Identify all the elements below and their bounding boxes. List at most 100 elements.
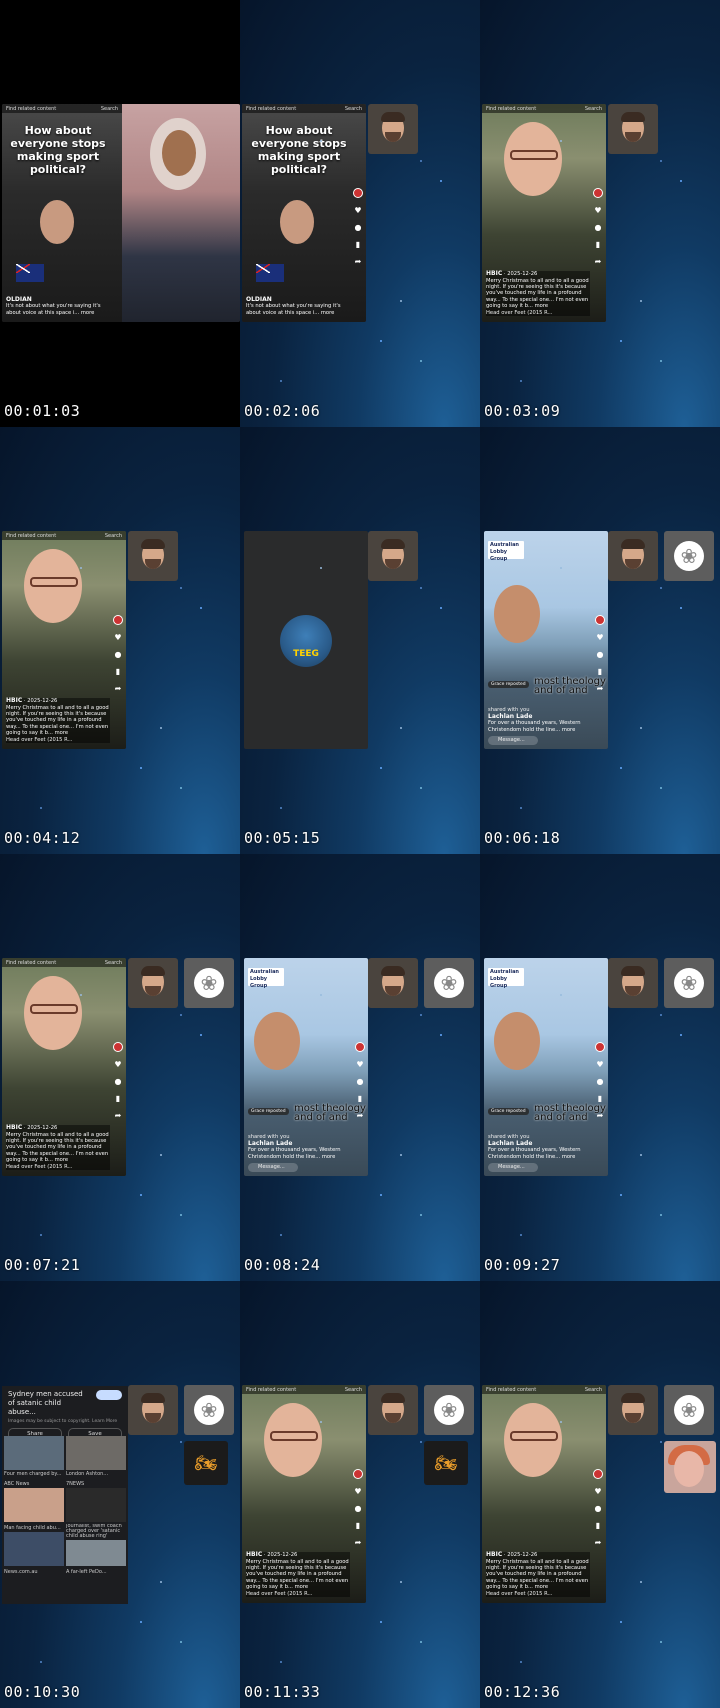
share-icon[interactable]: ➦ xyxy=(354,1539,362,1547)
woman-video[interactable]: Find related content Search ♥ ● ▮ ➦ HBIC… xyxy=(482,1385,606,1603)
person-tile-icon[interactable] xyxy=(608,958,658,1008)
person-tile-icon[interactable] xyxy=(608,531,658,581)
lake-video[interactable]: Australian Lobby Group Grace reposted mo… xyxy=(484,531,608,749)
person-tile-icon[interactable] xyxy=(128,1385,178,1435)
woman-video[interactable]: Find related content Search ♥ ● ▮ ➦ HBIC… xyxy=(2,531,126,749)
creator-avatar[interactable] xyxy=(113,1042,123,1052)
bookmark-icon[interactable]: ▮ xyxy=(114,1095,122,1103)
heart-icon[interactable]: ♥ xyxy=(356,1061,364,1069)
woman-tile-icon[interactable] xyxy=(664,1441,716,1493)
person-tile-icon[interactable] xyxy=(368,104,418,154)
bookmark-icon[interactable]: ▮ xyxy=(354,1522,362,1530)
comment-icon[interactable]: ● xyxy=(114,1078,122,1086)
bookmark-icon[interactable]: ▮ xyxy=(594,1522,602,1530)
creator-avatar[interactable] xyxy=(595,1042,605,1052)
bookmark-icon[interactable]: ▮ xyxy=(114,668,122,676)
bookmark-icon[interactable]: ▮ xyxy=(596,668,604,676)
bookmark-icon[interactable]: ▮ xyxy=(356,1095,364,1103)
search-link[interactable]: Search xyxy=(585,1387,602,1393)
creator-avatar[interactable] xyxy=(353,1469,363,1479)
person-tile-icon[interactable] xyxy=(368,958,418,1008)
comment-icon[interactable]: ● xyxy=(354,1505,362,1513)
share-icon[interactable]: ➦ xyxy=(354,258,362,266)
share-icon[interactable]: ➦ xyxy=(596,685,604,693)
circle-logo-icon[interactable]: ❀ xyxy=(664,531,714,581)
share-icon[interactable]: ➦ xyxy=(594,1539,602,1547)
comment-icon[interactable]: ● xyxy=(114,651,122,659)
creator-avatar[interactable] xyxy=(595,615,605,625)
creator-avatar[interactable] xyxy=(593,188,603,198)
search-link[interactable]: Search xyxy=(101,106,118,112)
creator-avatar[interactable] xyxy=(353,188,363,198)
comment-icon[interactable]: ● xyxy=(354,224,362,232)
find-related-link[interactable]: Find related content xyxy=(486,1387,536,1393)
lake-video[interactable]: Australian Lobby Group Grace reposted mo… xyxy=(244,958,368,1176)
comment-icon[interactable]: ● xyxy=(356,1078,364,1086)
result-item[interactable]: News.com.au xyxy=(4,1568,64,1576)
person-tile-icon[interactable] xyxy=(128,531,178,581)
creator-avatar[interactable] xyxy=(593,1469,603,1479)
message-input[interactable]: Message... xyxy=(488,1163,538,1172)
comment-icon[interactable]: ● xyxy=(594,1505,602,1513)
woman-video[interactable]: Find related content Search ♥ ● ▮ ➦ HBIC… xyxy=(482,104,606,322)
lake-video[interactable]: Australian Lobby Group Grace reposted mo… xyxy=(484,958,608,1176)
motorbike-icon[interactable]: 🏍 xyxy=(184,1441,228,1485)
search-link[interactable]: Search xyxy=(345,1387,362,1393)
circle-logo-icon[interactable]: ❀ xyxy=(664,1385,714,1435)
search-result-title[interactable]: Sydney men accused of satanic child abus… xyxy=(2,1386,90,1417)
result-item[interactable]: 7NEWS xyxy=(66,1480,126,1522)
comment-icon[interactable]: ● xyxy=(594,224,602,232)
share-icon[interactable]: ➦ xyxy=(356,1112,364,1120)
person-tile-icon[interactable] xyxy=(128,958,178,1008)
result-item[interactable]: ABC News xyxy=(4,1480,64,1522)
share-icon[interactable]: ➦ xyxy=(114,1112,122,1120)
heart-icon[interactable]: ♥ xyxy=(596,1061,604,1069)
heart-icon[interactable]: ♥ xyxy=(114,1061,122,1069)
split-video[interactable]: Find related content Search How about ev… xyxy=(2,104,240,322)
find-related-link[interactable]: Find related content xyxy=(486,106,536,112)
search-link[interactable]: Search xyxy=(105,533,122,539)
bookmark-icon[interactable]: ▮ xyxy=(594,241,602,249)
search-link[interactable]: Search xyxy=(585,106,602,112)
heart-icon[interactable]: ♥ xyxy=(594,207,602,215)
comment-icon[interactable]: ● xyxy=(596,1078,604,1086)
circle-logo-icon[interactable]: ❀ xyxy=(664,958,714,1008)
result-item[interactable]: London Ashton... xyxy=(66,1436,126,1478)
share-icon[interactable]: ➦ xyxy=(596,1112,604,1120)
find-related-link[interactable]: Find related content xyxy=(6,960,56,966)
circle-logo-icon[interactable]: ❀ xyxy=(424,1385,474,1435)
heart-icon[interactable]: ♥ xyxy=(114,634,122,642)
result-item[interactable]: Journalist, swim coach charged over 'sat… xyxy=(66,1524,126,1566)
bookmark-icon[interactable]: ▮ xyxy=(596,1095,604,1103)
woman-video[interactable]: Find related content Search ♥ ● ▮ ➦ HBIC… xyxy=(242,1385,366,1603)
result-item[interactable]: A far-left PeDo... xyxy=(66,1568,126,1576)
result-item[interactable]: Four men charged by... xyxy=(4,1436,64,1478)
lens-pill[interactable] xyxy=(96,1390,122,1400)
circle-logo-icon[interactable]: ❀ xyxy=(184,1385,234,1435)
motorbike-icon[interactable]: 🏍 xyxy=(424,1441,468,1485)
creator-avatar[interactable] xyxy=(113,615,123,625)
sound-label[interactable]: Head over Feet (2015 R... xyxy=(246,1591,350,1597)
sound-label[interactable]: Head over Feet (2015 R... xyxy=(6,1164,110,1170)
circle-logo-icon[interactable]: ❀ xyxy=(184,958,234,1008)
sound-label[interactable]: Head over Feet (2015 R... xyxy=(6,737,110,743)
person-tile-icon[interactable] xyxy=(368,1385,418,1435)
search-link[interactable]: Search xyxy=(105,960,122,966)
sound-label[interactable]: Head over Feet (2015 R... xyxy=(486,1591,590,1597)
loading-video[interactable]: TEEG xyxy=(244,531,368,749)
comment-icon[interactable]: ● xyxy=(596,651,604,659)
search-link[interactable]: Search xyxy=(345,106,362,112)
message-input[interactable]: Message... xyxy=(248,1163,298,1172)
creator-avatar[interactable] xyxy=(355,1042,365,1052)
heart-icon[interactable]: ♥ xyxy=(354,207,362,215)
message-input[interactable]: Message... xyxy=(488,736,538,745)
person-tile-icon[interactable] xyxy=(608,1385,658,1435)
bookmark-icon[interactable]: ▮ xyxy=(354,241,362,249)
find-related-link[interactable]: Find related content xyxy=(6,533,56,539)
find-related-link[interactable]: Find related content xyxy=(6,106,56,112)
person-tile-icon[interactable] xyxy=(368,531,418,581)
result-item[interactable]: Man facing child abu... xyxy=(4,1524,64,1566)
heart-icon[interactable]: ♥ xyxy=(596,634,604,642)
heart-icon[interactable]: ♥ xyxy=(354,1488,362,1496)
find-related-link[interactable]: Find related content xyxy=(246,106,296,112)
